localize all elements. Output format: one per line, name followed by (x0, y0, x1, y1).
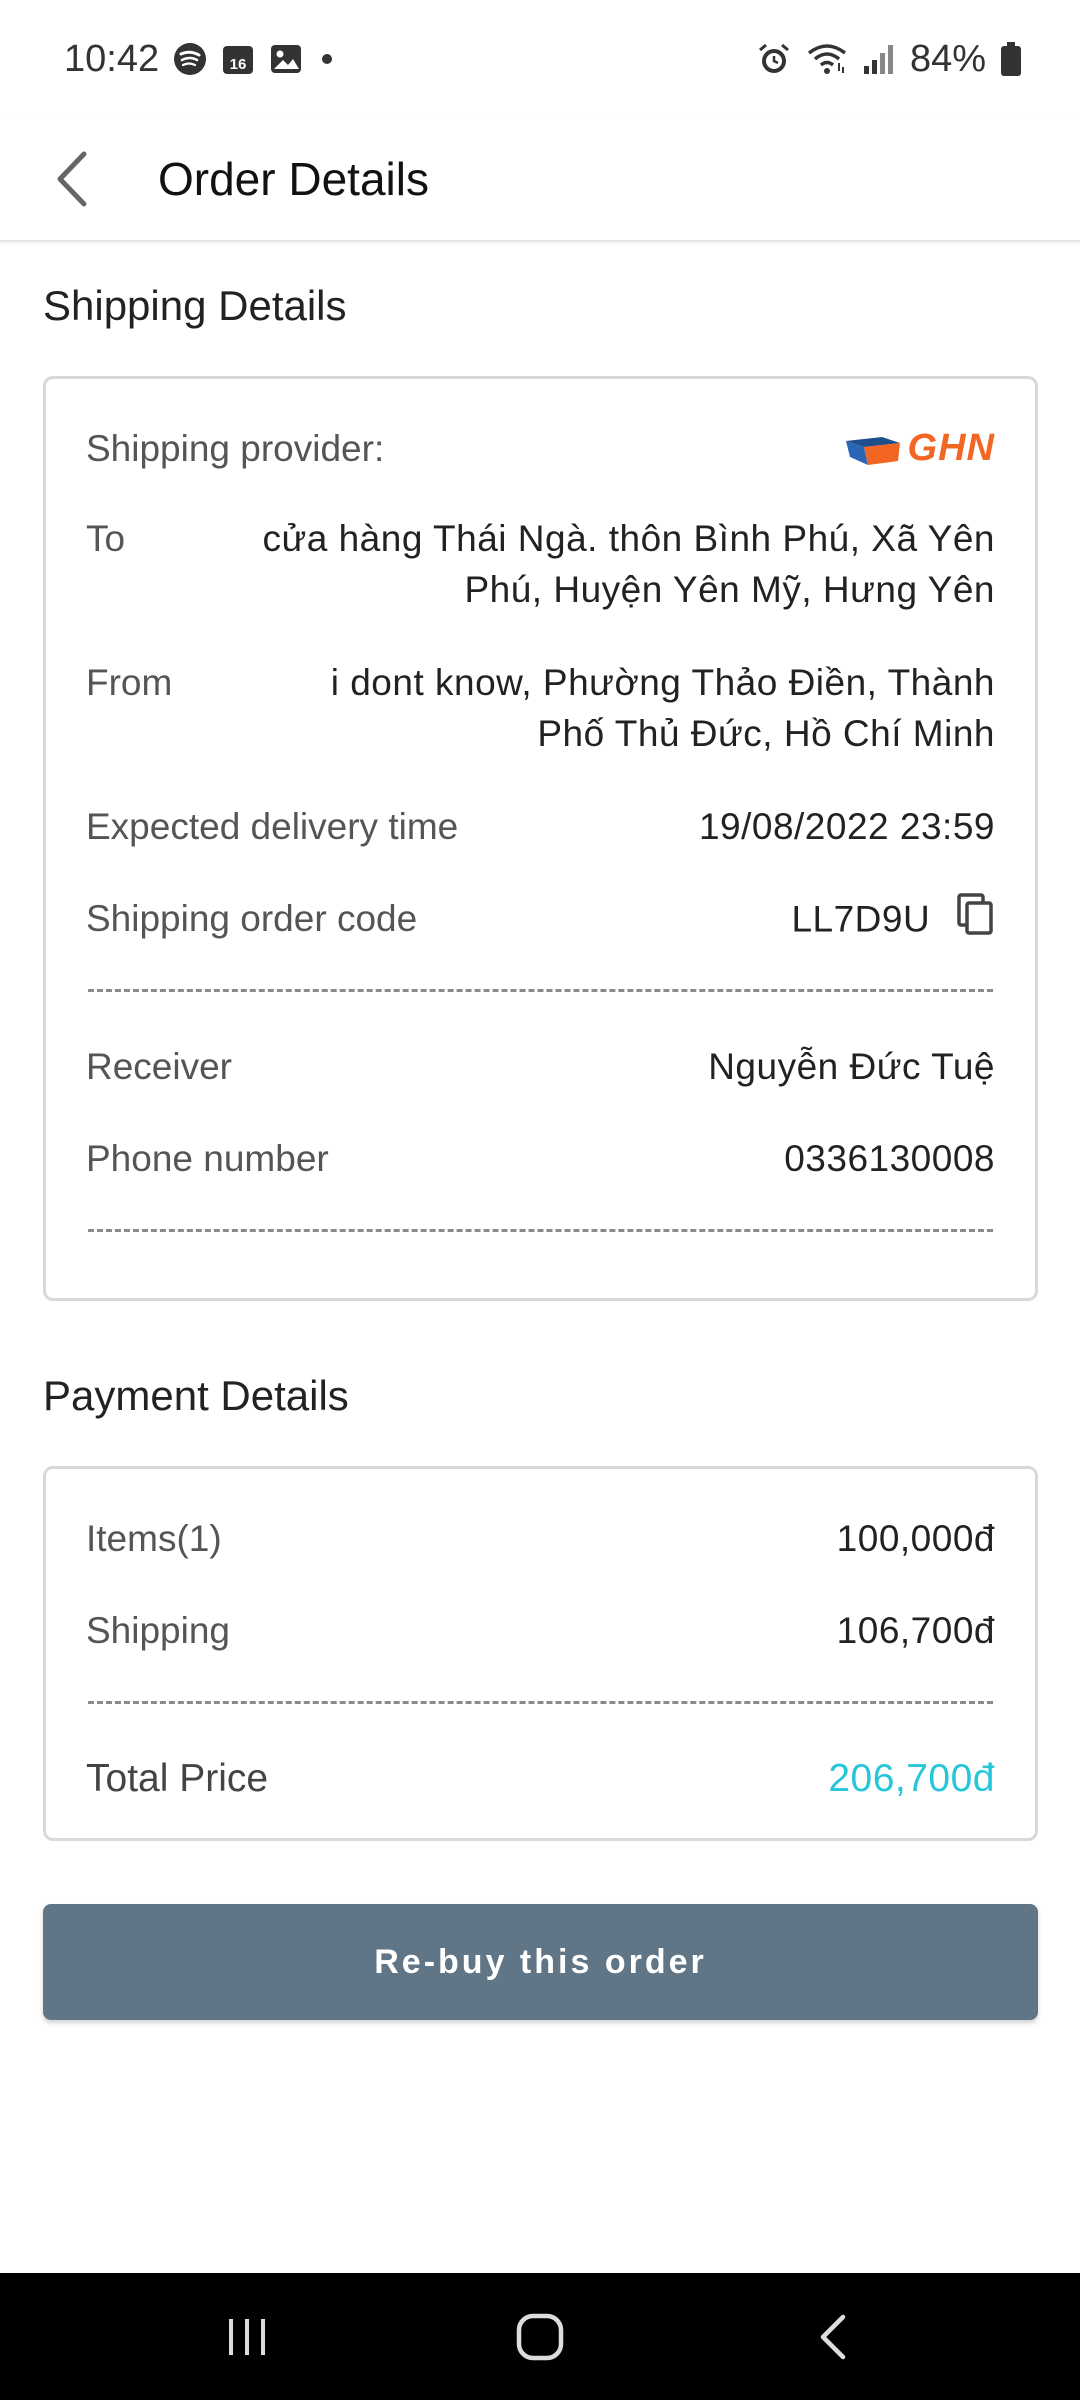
from-address: i dont know, Phường Thảo Điền, Thành Phố… (331, 657, 995, 759)
status-bar-right: 84% (756, 38, 1022, 81)
items-row: Items(1) 100,000đ (86, 1513, 995, 1564)
status-bar: 10:42 16 84% (0, 0, 1080, 118)
payment-divider (88, 1701, 993, 1704)
phone-label: Phone number (86, 1138, 329, 1179)
system-nav-bar (0, 2273, 1080, 2400)
wifi-icon (806, 41, 848, 77)
back-button[interactable] (32, 139, 112, 219)
to-address: cửa hàng Thái Ngà. thôn Bình Phú, Xã Yên… (262, 513, 995, 615)
provider-label: Shipping provider: (86, 428, 385, 469)
provider-row: Shipping provider: GHN (86, 423, 995, 474)
calendar-day: 16 (230, 56, 247, 73)
shipping-divider-1 (88, 989, 993, 992)
from-row: From i dont know, Phường Thảo Điền, Thàn… (86, 657, 995, 759)
home-icon[interactable] (495, 2292, 585, 2382)
to-label: To (86, 518, 126, 559)
items-value: 100,000đ (836, 1518, 995, 1559)
page-title: Order Details (158, 153, 429, 205)
expected-delivery-label: Expected delivery time (86, 806, 459, 847)
items-label: Items(1) (86, 1518, 222, 1559)
to-address-line2: Phú, Huyện Yên Mỹ, Hưng Yên (464, 569, 995, 610)
ghn-logo-mark (845, 436, 900, 465)
chevron-left-icon (57, 151, 87, 207)
phone-row: Phone number 0336130008 (86, 1133, 995, 1184)
signal-icon (862, 42, 896, 76)
calendar-icon: 16 (221, 42, 255, 76)
payment-card: Items(1) 100,000đ Shipping 106,700đ Tota… (43, 1466, 1038, 1841)
rebuy-button[interactable]: Re-buy this order (43, 1904, 1038, 2020)
order-code-value-wrap: LL7D9U (791, 893, 995, 950)
shipping-divider-2 (88, 1229, 993, 1232)
receiver-row: Receiver Nguyễn Đức Tuệ (86, 1041, 995, 1092)
battery-icon (1000, 41, 1022, 77)
alarm-icon (756, 41, 792, 77)
total-label: Total Price (86, 1757, 269, 1800)
to-address-line1: cửa hàng Thái Ngà. thôn Bình Phú, Xã Yên (262, 518, 995, 559)
shipping-fee-row: Shipping 106,700đ (86, 1605, 995, 1656)
total-row: Total Price 206,700đ (86, 1753, 995, 1804)
ghn-logo-text: GHN (907, 427, 995, 469)
shipping-card: Shipping provider: GHN To cửa hàng Thái … (43, 376, 1038, 1301)
expected-delivery-row: Expected delivery time 19/08/2022 23:59 (86, 801, 995, 852)
back-icon[interactable] (788, 2292, 878, 2382)
order-code-value: LL7D9U (791, 898, 931, 940)
status-bar-left: 10:42 16 (64, 38, 337, 81)
shipping-section-title: Shipping Details (43, 282, 347, 329)
payment-section-title: Payment Details (43, 1372, 349, 1419)
shipping-fee-value: 106,700đ (836, 1610, 995, 1651)
expected-delivery-value: 19/08/2022 23:59 (698, 806, 995, 847)
status-time: 10:42 (64, 37, 160, 80)
total-value: 206,700đ (828, 1757, 995, 1800)
app-bar: Order Details (0, 118, 1080, 242)
from-address-line2: Phố Thủ Đức, Hồ Chí Minh (537, 713, 995, 754)
order-code-label: Shipping order code (86, 898, 418, 939)
battery-percent: 84% (909, 37, 986, 80)
ghn-logo: GHN (842, 423, 995, 474)
shipping-fee-label: Shipping (86, 1610, 231, 1651)
spotify-icon (173, 42, 207, 76)
gallery-icon (269, 42, 303, 76)
from-address-line1: i dont know, Phường Thảo Điền, Thành (330, 662, 995, 703)
to-row: To cửa hàng Thái Ngà. thôn Bình Phú, Xã … (86, 513, 995, 615)
receiver-value: Nguyễn Đức Tuệ (708, 1046, 995, 1087)
phone-value: 0336130008 (784, 1138, 995, 1179)
dot-icon (317, 49, 337, 69)
recent-apps-icon[interactable] (202, 2292, 292, 2382)
copy-icon[interactable] (955, 893, 995, 950)
order-code-row: Shipping order code LL7D9U (86, 893, 995, 950)
from-label: From (86, 662, 173, 703)
receiver-label: Receiver (86, 1046, 232, 1087)
